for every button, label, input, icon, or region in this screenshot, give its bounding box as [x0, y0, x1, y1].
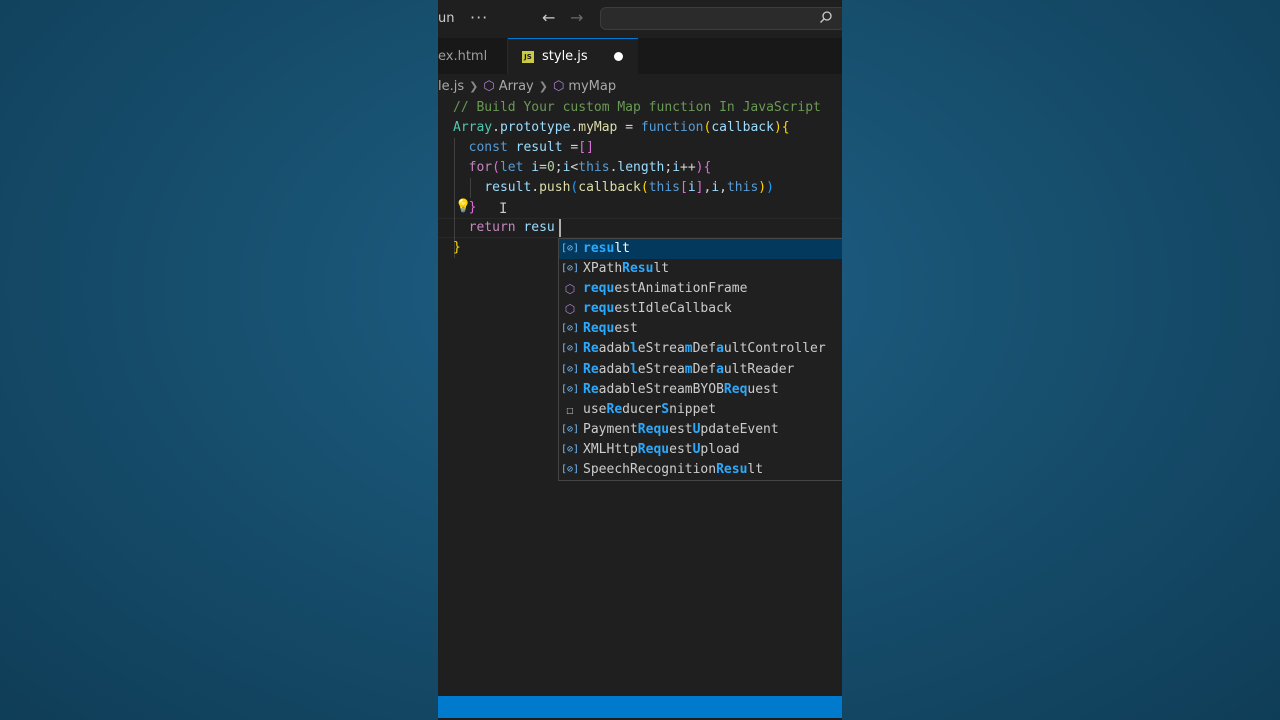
variable-icon: [⊘]	[561, 343, 580, 355]
vscode-window: un ··· ← → ex.html JS style.js le.js ❯ ⬡…	[438, 0, 842, 720]
suggestion-item[interactable]: [⊘] SpeechRecognitionResult	[559, 460, 842, 480]
suggestion-label: ReadableStreamDefaultController	[583, 341, 826, 357]
code-line: result.push(callback(this[i],i,this))	[484, 180, 774, 195]
back-arrow-icon[interactable]: ←	[542, 8, 555, 27]
text-cursor-icon: I	[499, 201, 508, 217]
breadcrumb-item-array[interactable]: Array	[499, 79, 534, 94]
code-line: const result =[]	[468, 140, 594, 155]
suggestion-label: ReadableStreamDefaultReader	[583, 361, 795, 377]
suggestion-label: result	[583, 241, 630, 256]
code-line: }	[453, 240, 461, 255]
suggestion-item[interactable]: [⊘] ReadableStreamDefaultController	[559, 339, 842, 359]
variable-icon: [⊘]	[561, 263, 580, 275]
search-icon	[819, 10, 833, 28]
suggestion-item[interactable]: [⊘] result	[559, 239, 842, 260]
suggestion-label: requestAnimationFrame	[583, 281, 748, 297]
chevron-right-icon: ❯	[469, 79, 479, 93]
tab-label: style.js	[542, 49, 588, 64]
method-cube-icon: ⬡	[564, 302, 576, 317]
code-editor[interactable]: // Build Your custom Map function In Jav…	[438, 98, 842, 696]
suggestion-item[interactable]: ☐ useReducerSnippet	[559, 400, 842, 420]
suggestion-item[interactable]: ⬡ requestIdleCallback	[559, 299, 842, 319]
suggestion-item[interactable]: [⊘] XMLHttpRequestUpload	[559, 440, 842, 460]
command-center-search[interactable]	[600, 7, 842, 30]
suggestion-label: useReducerSnippet	[583, 401, 717, 417]
suggestion-label: XMLHttpRequestUpload	[583, 441, 740, 457]
suggestion-label: SpeechRecognitionResult	[583, 462, 764, 478]
lightbulb-icon[interactable]: 💡	[455, 199, 471, 214]
editor-tabs: ex.html JS style.js	[438, 38, 842, 74]
code-line: return resu	[468, 220, 555, 235]
suggestion-label: requestIdleCallback	[583, 301, 732, 317]
variable-icon: [⊘]	[561, 383, 580, 395]
cube-icon: ⬡	[483, 78, 495, 94]
status-bar	[438, 696, 842, 718]
title-bar: un ··· ← →	[438, 0, 842, 38]
unsaved-dot-icon[interactable]	[614, 52, 623, 61]
cube-icon: ⬡	[552, 78, 565, 94]
javascript-file-icon: JS	[522, 50, 534, 63]
suggestion-label: XPathResult	[583, 261, 670, 277]
breadcrumb: le.js ❯ ⬡ Array ❯ ⬡ myMap	[438, 74, 842, 98]
code-line: for(let i=0;i<this.length;i++){	[468, 160, 712, 175]
suggestion-label: ReadableStreamBYOBRequest	[583, 381, 779, 397]
snippet-icon: ☐	[566, 402, 574, 417]
variable-icon: [⊘]	[561, 323, 580, 335]
variable-icon: [⊘]	[561, 443, 580, 455]
method-cube-icon: ⬡	[564, 282, 576, 297]
forward-arrow-icon[interactable]: →	[570, 8, 583, 27]
menu-run[interactable]: un	[438, 11, 454, 26]
suggestion-item[interactable]: [⊘] ReadableStreamDefaultReader	[559, 360, 842, 380]
variable-icon: [⊘]	[561, 243, 580, 254]
chevron-right-icon: ❯	[538, 79, 548, 93]
code-line: Array.prototype.myMap = function(callbac…	[453, 120, 790, 135]
suggestion-item[interactable]: [⊘] ReadableStreamBYOBRequest	[559, 380, 842, 400]
code-line: // Build Your custom Map function In Jav…	[453, 100, 821, 115]
more-menu-icon[interactable]: ···	[470, 8, 488, 27]
text-caret	[559, 219, 561, 237]
suggestion-item[interactable]: [⊘] Request	[559, 319, 842, 339]
variable-icon: [⊘]	[561, 363, 580, 375]
suggestion-item[interactable]: ⬡ requestAnimationFrame	[559, 279, 842, 299]
tab-style-js[interactable]: JS style.js	[508, 38, 638, 74]
tab-label: ex.html	[438, 48, 488, 64]
suggestion-label: Request	[583, 321, 638, 337]
variable-icon: [⊘]	[561, 464, 580, 476]
breadcrumb-item-mymap[interactable]: myMap	[568, 79, 616, 94]
suggestion-label: PaymentRequestUpdateEvent	[583, 421, 779, 437]
breadcrumb-file[interactable]: le.js	[438, 79, 464, 94]
suggestion-item[interactable]: [⊘] XPathResult	[559, 259, 842, 279]
suggestion-item[interactable]: [⊘] PaymentRequestUpdateEvent	[559, 420, 842, 440]
variable-icon: [⊘]	[561, 423, 580, 435]
suggest-widget[interactable]: [⊘] result [⊘] XPathResult ⬡ requestAnimation…	[558, 238, 842, 481]
tab-index-html[interactable]: ex.html	[438, 38, 508, 74]
